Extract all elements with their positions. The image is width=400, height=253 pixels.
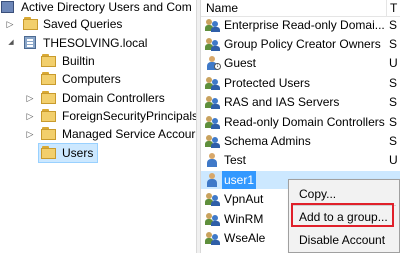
list-item-type: U: [389, 56, 398, 70]
tree-item-label: Builtin: [62, 54, 95, 68]
group-icon: [205, 18, 222, 32]
expand-arrow-icon[interactable]: ▷: [25, 89, 35, 107]
tree-item-users[interactable]: Users: [38, 143, 98, 163]
group-icon: [205, 134, 222, 148]
list-item-type: S: [389, 37, 398, 51]
expand-arrow-icon[interactable]: ▷: [25, 107, 35, 125]
user-disabled-icon: ↓: [205, 56, 222, 70]
list-item[interactable]: Enterprise Read-only Domai... S: [201, 16, 400, 34]
column-header-type[interactable]: T: [390, 1, 397, 15]
column-divider[interactable]: [386, 0, 387, 16]
folder-icon: [41, 54, 57, 68]
list-item-type: S: [389, 115, 398, 129]
list-item-name: Test: [224, 153, 247, 167]
user-icon: [205, 153, 222, 167]
tree-item-label: ForeignSecurityPrincipals: [62, 109, 196, 123]
expand-arrow-icon[interactable]: ▷: [5, 15, 15, 33]
list-item[interactable]: Schema Admins S: [201, 132, 400, 150]
folder-icon: [41, 72, 57, 86]
list-item-type: S: [389, 134, 398, 148]
tree-item-label: Domain Controllers: [62, 91, 165, 105]
menu-item-disable-account[interactable]: Disable Account: [289, 230, 399, 250]
active-directory-icon: [0, 0, 16, 14]
list-item-type: S: [389, 76, 398, 90]
list-item-type: S: [389, 18, 398, 32]
list-item-name: VpnAut: [224, 192, 264, 206]
list-item[interactable]: Group Policy Creator Owners S: [201, 35, 400, 53]
list-item-name: Guest: [224, 56, 257, 70]
tree-item-label: Saved Queries: [43, 17, 123, 31]
group-icon: [205, 95, 222, 109]
console-tree: Active Directory Users and Com ▷ Saved Q…: [0, 0, 196, 253]
list-item-name: WseAle: [224, 231, 266, 245]
folder-icon: [41, 146, 57, 160]
column-header: Name T: [201, 0, 400, 17]
list-item[interactable]: Protected Users S: [201, 74, 400, 92]
tree-root-label: Active Directory Users and Com: [21, 0, 192, 14]
tree-item-label: Users: [62, 146, 94, 160]
group-icon: [205, 192, 222, 206]
group-icon: [205, 76, 222, 90]
list-item-name: user1: [222, 171, 257, 189]
column-header-name[interactable]: Name: [206, 1, 238, 15]
list-item-name: RAS and IAS Servers: [224, 95, 340, 109]
list-item-name: Group Policy Creator Owners: [224, 37, 381, 51]
list-item-name: Enterprise Read-only Domai...: [224, 18, 385, 32]
folder-icon: [41, 127, 57, 141]
list-item[interactable]: Test U: [201, 151, 400, 169]
list-item-name: WinRM: [224, 212, 264, 226]
list-item[interactable]: RAS and IAS Servers S: [201, 93, 400, 111]
tree-item-label: THESOLVING.local: [43, 36, 148, 50]
list-item-name: Schema Admins: [224, 134, 311, 148]
tree-item-label: Managed Service Accour: [62, 127, 196, 141]
list-item-name: Protected Users: [224, 76, 311, 90]
highlight-box: [291, 203, 394, 227]
list-item[interactable]: Read-only Domain Controllers S: [201, 113, 400, 131]
menu-item-copy[interactable]: Copy...: [289, 184, 399, 204]
list-item-type: S: [389, 95, 398, 109]
domain-icon: [22, 36, 38, 50]
list-item-type: U: [389, 153, 398, 167]
folder-icon: [23, 17, 39, 31]
user-icon: [205, 173, 222, 187]
tree-item-label: Computers: [62, 72, 121, 86]
group-icon: [205, 115, 222, 129]
group-icon: [205, 37, 222, 51]
list-item-name: Read-only Domain Controllers: [224, 115, 385, 129]
list-item[interactable]: ↓ Guest U: [201, 54, 400, 72]
expand-arrow-icon[interactable]: ▷: [25, 125, 35, 143]
group-icon: [205, 231, 222, 245]
folder-icon: [41, 91, 57, 105]
collapse-arrow-icon[interactable]: ◢: [6, 34, 16, 52]
folder-icon: [41, 109, 57, 123]
group-icon: [205, 212, 222, 226]
